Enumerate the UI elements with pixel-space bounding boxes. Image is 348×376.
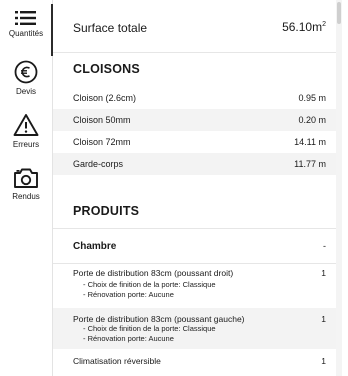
nav-erreurs[interactable]: Erreurs [0, 113, 52, 149]
product-qty: 1 [321, 268, 326, 278]
table-row: Garde-corps 11.77 m [53, 153, 342, 175]
product-name: Porte de distribution 83cm (poussant dro… [73, 268, 234, 278]
nav-label: Quantités [8, 29, 44, 38]
row-value: 14.11 m [294, 137, 326, 147]
nav-label: Erreurs [12, 140, 40, 149]
list-icon [15, 11, 36, 25]
surface-value: 56.10m2 [282, 20, 326, 34]
row-value: 0.20 m [298, 115, 326, 125]
product-option: - Rénovation porte: Aucune [83, 334, 174, 343]
row-label: Cloison 50mm [73, 115, 131, 125]
table-row: Cloison 50mm 0.20 m [53, 109, 342, 131]
table-row: Cloison 72mm 14.11 m [53, 131, 342, 153]
row-label: Garde-corps [73, 159, 124, 169]
nav-rendus[interactable]: Rendus [0, 167, 52, 201]
warning-icon [13, 114, 39, 136]
nav-label: Rendus [12, 192, 40, 201]
quantities-panel: Surface totale 56.10m2 CLOISONS Cloison … [53, 0, 342, 376]
row-label: Cloison 72mm [73, 137, 131, 147]
product-option: - Rénovation porte: Aucune [83, 290, 174, 299]
product-qty: 1 [321, 314, 326, 324]
scrollbar[interactable] [336, 0, 342, 376]
section-title-cloisons: CLOISONS [73, 62, 140, 76]
room-toggle: - [323, 241, 326, 251]
sidebar: Quantités Devis Erreurs Rendus [0, 0, 53, 376]
scrollbar-thumb[interactable] [337, 2, 341, 24]
euro-icon [14, 60, 38, 84]
product-name: Porte de distribution 83cm (poussant gau… [73, 314, 245, 324]
list-item: Climatisation réversible 1 [53, 350, 342, 376]
product-name: Climatisation réversible [73, 356, 161, 366]
list-item: Porte de distribution 83cm (poussant dro… [53, 262, 342, 308]
row-value: 11.77 m [294, 159, 326, 169]
nav-label: Devis [15, 87, 36, 96]
camera-icon [14, 168, 38, 188]
nav-quantites[interactable]: Quantités [0, 4, 53, 56]
list-item: Porte de distribution 83cm (poussant gau… [53, 308, 342, 349]
product-option: - Choix de finition de la porte: Classiq… [83, 324, 216, 333]
row-label: Cloison (2.6cm) [73, 93, 137, 103]
product-qty: 1 [321, 356, 326, 366]
product-option: - Choix de finition de la porte: Classiq… [83, 280, 216, 289]
section-title-produits: PRODUITS [73, 204, 140, 218]
row-value: 0.95 m [298, 93, 326, 103]
nav-devis[interactable]: Devis [0, 60, 52, 96]
surface-label: Surface totale [73, 21, 148, 35]
surface-row: Surface totale 56.10m2 [53, 0, 342, 53]
table-row: Cloison (2.6cm) 0.95 m [53, 87, 342, 109]
room-label: Chambre [73, 241, 117, 252]
room-group-header[interactable]: Chambre - [53, 228, 342, 264]
